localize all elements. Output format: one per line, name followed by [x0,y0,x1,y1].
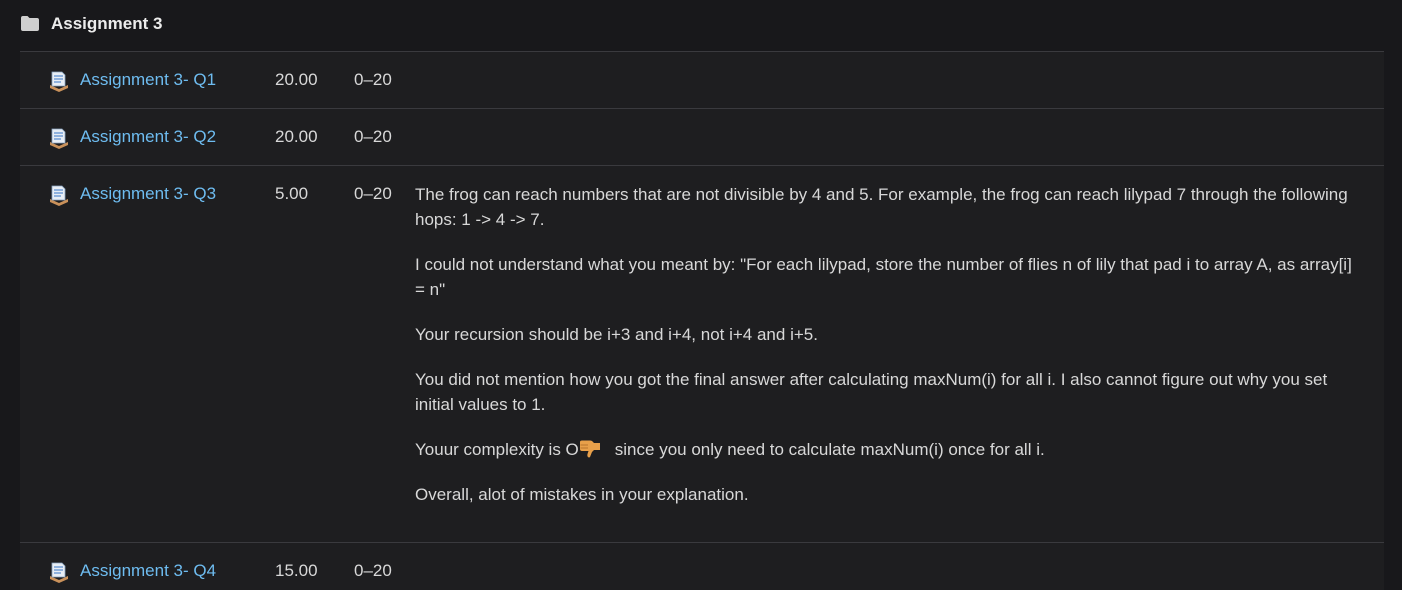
feedback-paragraph: I could not understand what you meant by… [415,255,1352,299]
folder-icon [21,16,39,31]
feedback-paragraph: The frog can reach numbers that are not … [415,185,1348,229]
feedback-text-before: Youur complexity is O [415,440,579,459]
thumbs-down-icon [579,440,600,458]
feedback-paragraph: Youur complexity is O since you only need… [415,437,1355,462]
assignment-link-q3[interactable]: Assignment 3- Q3 [80,184,216,204]
feedback-text: The frog can reach numbers that are not … [415,182,1355,527]
grader-report: Assignment 3 Assignment 3- Q1 20.00 0–20… [0,0,1402,590]
feedback-paragraph: You did not mention how you got the fina… [415,370,1328,414]
grade-value: 20.00 [275,127,318,146]
grade-value: 20.00 [275,70,318,89]
assignment-icon [50,562,68,583]
table-row: Assignment 3- Q1 20.00 0–20 [20,52,1384,109]
table-row: Assignment 3- Q4 15.00 0–20 [20,543,1384,590]
grade-value: 5.00 [275,184,309,203]
assignment-icon [50,185,68,206]
assignment-link-q2[interactable]: Assignment 3- Q2 [80,127,216,147]
grade-range: 0–20 [354,184,392,203]
feedback-paragraph: Overall, alot of mistakes in your explan… [415,485,749,504]
assignment-link-q4[interactable]: Assignment 3- Q4 [80,561,216,581]
category-header: Assignment 3 [20,0,1384,52]
feedback-paragraph: Your recursion should be i+3 and i+4, no… [415,325,818,344]
assignment-link-q1[interactable]: Assignment 3- Q1 [80,70,216,90]
grade-range: 0–20 [354,561,392,580]
grade-value: 15.00 [275,561,318,580]
category-title: Assignment 3 [51,14,163,33]
table-row: Assignment 3- Q2 20.00 0–20 [20,109,1384,166]
grade-range: 0–20 [354,127,392,146]
feedback-text-after: since you only need to calculate maxNum(… [614,440,1045,459]
assignment-icon [50,128,68,149]
assignment-icon [50,71,68,92]
grade-range: 0–20 [354,70,392,89]
